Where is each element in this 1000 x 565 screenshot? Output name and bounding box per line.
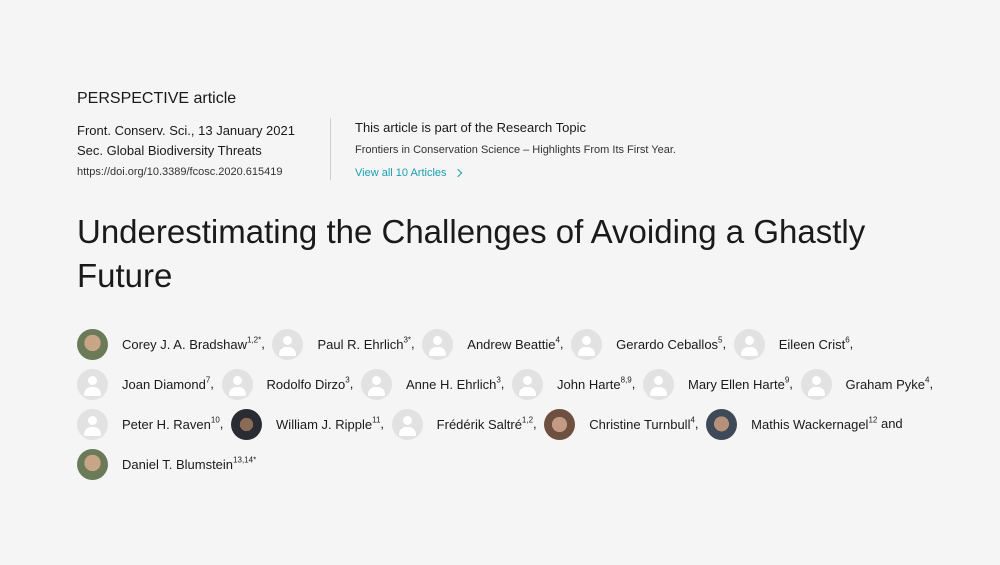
author-separator: , [789,376,793,392]
avatar-placeholder-icon[interactable] [361,369,392,401]
author-separator: , [849,336,854,351]
author-name[interactable]: Daniel T. Blumstein [122,457,233,472]
author-separator: , [694,416,699,432]
article-title: Underestimating the Challenges of Avoidi… [77,213,866,294]
author-separator: , [722,336,727,351]
author-name[interactable]: Eileen Crist [779,337,845,352]
chevron-right-icon [453,168,462,178]
author-item[interactable]: Andrew Beattie4, [422,329,567,361]
avatar[interactable] [231,409,263,441]
author-separator: , [559,336,564,351]
author-name[interactable]: Frédérik Saltré [437,417,522,432]
article-meta: Front. Conserv. Sci., 13 January 2021 Se… [77,121,327,181]
avatar-placeholder-icon[interactable] [77,409,108,441]
author-separator: , [219,416,224,432]
author-item[interactable]: Daniel T. Blumstein13,14* [77,449,257,481]
meta-divider [330,118,331,180]
avatar-placeholder-icon[interactable] [221,369,253,401]
research-topic-name[interactable]: Frontiers in Conservation Science – High… [355,141,875,159]
author-item[interactable]: Paul R. Ehrlich3*, [272,329,418,361]
avatar[interactable] [706,409,738,441]
author-item[interactable]: William J. Ripple11, [231,409,388,441]
author-item[interactable]: Gerardo Ceballos5, [571,329,730,361]
author-name[interactable]: Paul R. Ehrlich [317,337,403,352]
author-name[interactable]: John Harte [557,377,621,392]
author-name[interactable]: Corey J. A. Bradshaw [122,337,247,352]
doi-link[interactable]: https://doi.org/10.3389/fcosc.2020.61541… [77,163,327,181]
author-item[interactable]: Peter H. Raven10, [77,409,227,441]
avatar[interactable] [544,409,576,441]
author-separator: , [349,376,354,392]
author-separator: , [210,376,214,392]
author-separator: and [877,416,903,432]
avatar-placeholder-icon[interactable] [422,329,454,361]
author-separator: , [533,416,537,432]
author-name[interactable]: William J. Ripple [276,417,372,432]
view-all-articles-link[interactable]: View all 10 Articles [355,165,462,181]
research-topic-intro: This article is part of the Research Top… [355,120,586,135]
author-item[interactable]: Mary Ellen Harte9, [643,369,797,401]
avatar-placeholder-icon[interactable] [733,329,765,361]
author-separator: , [411,336,415,351]
author-name[interactable]: Andrew Beattie [467,337,555,352]
author-affiliation: 10 [210,415,220,425]
author-item[interactable]: Eileen Crist6, [733,329,858,361]
journal-section[interactable]: Sec. Global Biodiversity Threats [77,141,327,161]
avatar-placeholder-icon[interactable] [643,369,674,401]
avatar-placeholder-icon[interactable] [272,329,304,361]
research-topic: This article is part of the Research Top… [355,119,875,181]
author-item[interactable]: Graham Pyke4, [800,369,938,401]
author-affiliation: 5 [718,335,723,345]
article-type: PERSPECTIVE article [77,90,237,107]
author-separator: , [500,376,505,392]
author-name[interactable]: Graham Pyke [846,377,925,392]
author-affiliation: 6 [845,335,850,345]
author-item[interactable]: Frédérik Saltré1,2, [391,409,541,441]
author-name[interactable]: Joan Diamond [122,377,206,392]
avatar-placeholder-icon[interactable] [800,369,832,401]
author-affiliation: 1,2* [247,335,262,345]
author-affiliation: 3* [403,335,412,345]
journal-date: Front. Conserv. Sci., 13 January 2021 [77,123,295,138]
author-list: Corey J. A. Bradshaw1,2*, Paul R. Ehrlic… [77,324,957,484]
avatar-placeholder-icon[interactable] [77,369,108,401]
avatar-placeholder-icon[interactable] [391,409,423,441]
author-name[interactable]: Mathis Wackernagel [751,417,868,432]
author-item[interactable]: Joan Diamond7, [77,369,218,401]
author-name[interactable]: Mary Ellen Harte [688,377,785,392]
author-name[interactable]: Christine Turnbull [589,417,690,432]
avatar[interactable] [77,449,108,481]
author-name[interactable]: Gerardo Ceballos [616,337,718,352]
author-item[interactable]: Corey J. A. Bradshaw1,2*, [77,329,269,361]
view-all-label: View all 10 Articles [355,167,447,179]
author-name[interactable]: Anne H. Ehrlich [406,377,496,392]
author-separator: , [261,336,265,351]
author-name[interactable]: Peter H. Raven [122,417,211,432]
author-affiliation: 13,14* [233,455,257,465]
avatar[interactable] [77,329,108,361]
avatar-placeholder-icon[interactable] [512,369,544,401]
author-item[interactable]: Anne H. Ehrlich3, [361,369,508,401]
author-item[interactable]: Mathis Wackernagel12 and [706,409,907,441]
author-separator: , [929,376,934,392]
author-separator: , [380,416,385,432]
author-name[interactable]: Rodolfo Dirzo [267,377,346,392]
author-item[interactable]: John Harte8,9, [512,369,639,401]
author-separator: , [631,376,636,392]
avatar-placeholder-icon[interactable] [571,329,603,361]
author-affiliation: 8,9 [620,375,632,385]
author-item[interactable]: Christine Turnbull4, [544,409,702,441]
author-affiliation: 1,2 [521,415,534,425]
author-item[interactable]: Rodolfo Dirzo3, [221,369,358,401]
